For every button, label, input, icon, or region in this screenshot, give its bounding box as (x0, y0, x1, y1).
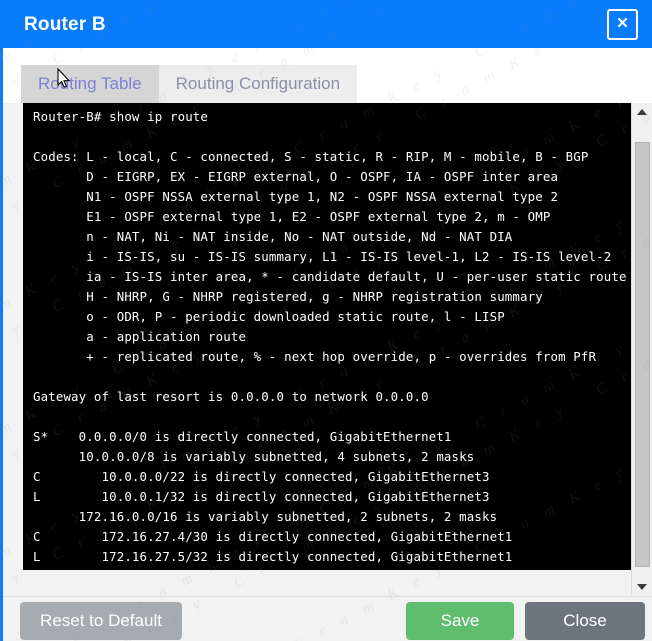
tab-routing-table[interactable]: Routing Table (21, 65, 159, 103)
close-button[interactable]: Close (525, 602, 645, 640)
dialog-left-accent-border (0, 0, 3, 641)
close-x-icon[interactable]: ✕ (607, 8, 638, 40)
tab-routing-table-label: Routing Table (38, 74, 142, 93)
save-button[interactable]: Save (406, 602, 514, 640)
tab-bar: Routing Table Routing Configuration (3, 48, 652, 103)
triangle-up-icon[interactable] (632, 103, 652, 120)
terminal-output-panel[interactable]: Router-B# show ip route Codes: L - local… (23, 103, 631, 570)
router-config-dialog: Router B ✕ Routing Table Routing Configu… (0, 0, 652, 641)
terminal-scrollbar[interactable] (631, 103, 652, 595)
terminal-text: Router-B# show ip route Codes: L - local… (33, 109, 627, 564)
tab-routing-configuration[interactable]: Routing Configuration (158, 65, 358, 103)
tab-routing-configuration-label: Routing Configuration (175, 74, 341, 93)
dialog-title: Router B (24, 13, 106, 35)
scrollbar-track[interactable] (632, 120, 652, 578)
dialog-titlebar: Router B ✕ (3, 0, 652, 48)
triangle-down-icon[interactable] (632, 578, 652, 595)
reset-to-default-button[interactable]: Reset to Default (20, 602, 182, 640)
scrollbar-thumb[interactable] (635, 142, 650, 567)
dialog-footer: Reset to Default Save Close (3, 596, 652, 641)
